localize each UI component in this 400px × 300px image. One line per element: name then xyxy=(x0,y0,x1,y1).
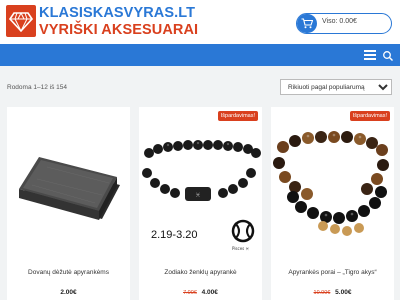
old-price: 7.00€ xyxy=(183,290,197,296)
product-image-tiger-eye-bracelets[interactable]: Išpardavimas! xyxy=(271,107,394,255)
product-card[interactable]: ♓ Išpardavimas! 2.19-3.20 Pisces ♓ Zodia… xyxy=(139,107,262,300)
shopping-cart-icon xyxy=(297,14,317,33)
site-header: KLASISKASVYRAS.LT VYRIŠKI AKSESUARAI Vis… xyxy=(0,0,400,44)
current-price: 5.00€ xyxy=(335,289,352,296)
search-icon[interactable] xyxy=(382,49,394,61)
main-navbar xyxy=(0,44,400,66)
diamond-logo-icon xyxy=(6,5,36,37)
sale-badge: Išpardavimas! xyxy=(349,111,390,121)
product-title[interactable]: Apyrankės porai – „Tigro akys“ xyxy=(271,269,394,276)
product-card[interactable]: Dovanų dėžutė apyrankėms 2.00€ xyxy=(7,107,130,300)
current-price: 4.00€ xyxy=(201,289,218,296)
cart-button[interactable]: Viso: 0.00€ xyxy=(296,13,392,34)
sale-badge: Išpardavimas! xyxy=(217,111,258,121)
product-card[interactable]: Išpardavimas! Apyrankės porai – „Tigro a… xyxy=(271,107,394,300)
result-count: Rodoma 1–12 iš 154 xyxy=(7,84,67,91)
product-title[interactable]: Zodiako ženklų apyrankė xyxy=(139,269,262,276)
product-price: 10.00€ 5.00€ xyxy=(271,289,394,296)
zodiac-date-label: 2.19-3.20 xyxy=(151,229,198,241)
cart-total: Viso: 0.00€ xyxy=(322,18,357,25)
site-logo[interactable]: KLASISKASVYRAS.LT VYRIŠKI AKSESUARAI xyxy=(6,5,198,39)
zodiac-sign-label: Pisces ♓ xyxy=(232,246,250,251)
current-price: 2.00€ xyxy=(60,289,77,296)
product-image-zodiac-bracelet[interactable]: ♓ Išpardavimas! 2.19-3.20 Pisces ♓ xyxy=(139,107,262,255)
svg-text:♓: ♓ xyxy=(195,192,200,199)
logo-line-1: KLASISKASVYRAS.LT xyxy=(39,5,196,21)
product-price: 2.00€ xyxy=(7,289,130,296)
product-title[interactable]: Dovanų dėžutė apyrankėms xyxy=(7,269,130,276)
product-image-gift-box[interactable] xyxy=(7,107,130,255)
hamburger-menu-icon[interactable] xyxy=(364,50,376,60)
old-price: 10.00€ xyxy=(313,290,331,296)
sort-dropdown[interactable]: Rikiuoti pagal populiarumą xyxy=(280,79,392,95)
logo-line-2: VYRIŠKI AKSESUARAI xyxy=(39,22,199,38)
product-price: 7.00€ 4.00€ xyxy=(139,289,262,296)
